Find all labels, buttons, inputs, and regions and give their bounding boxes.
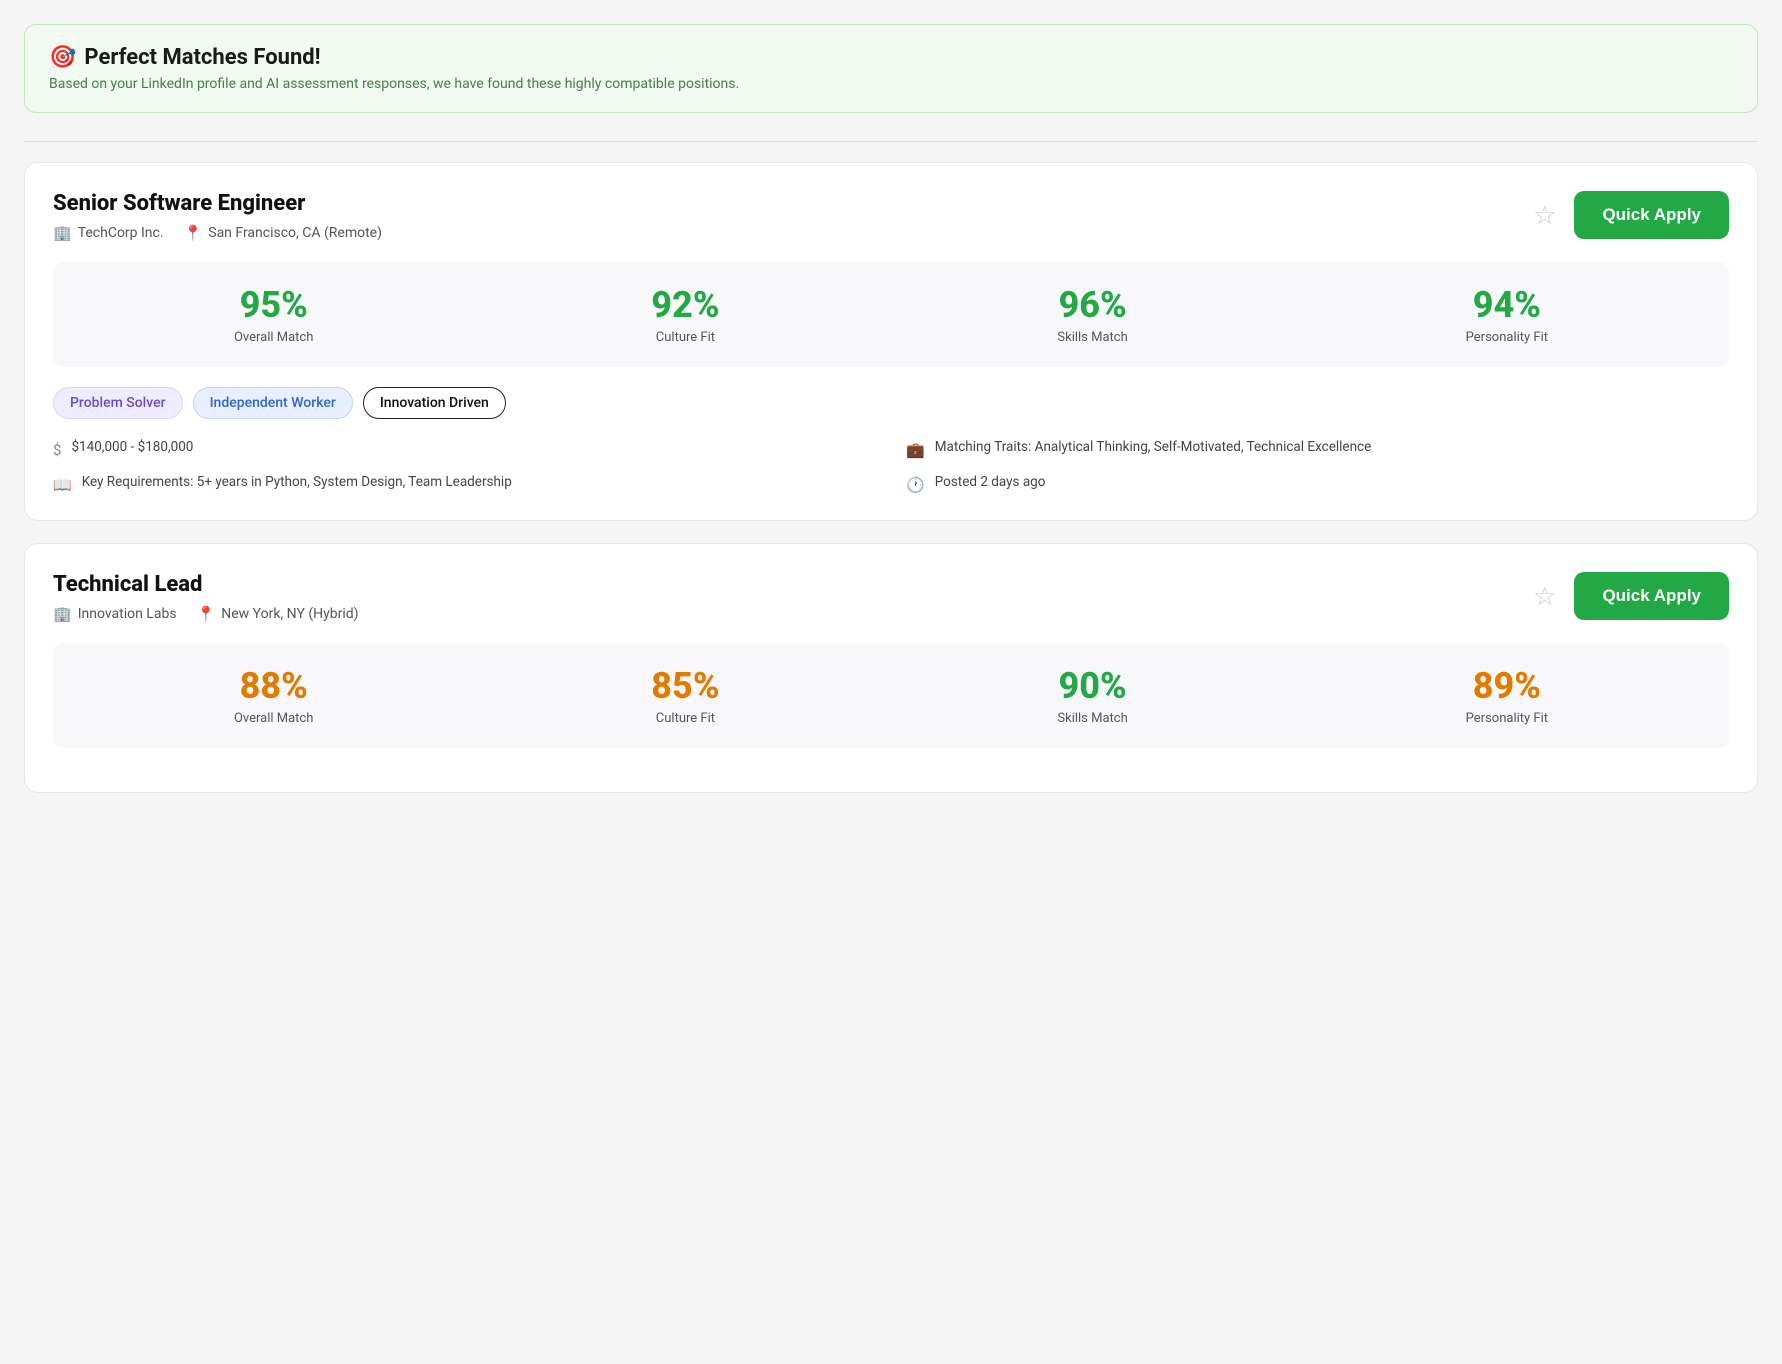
dollar-icon: $ (53, 439, 61, 462)
match-label-1: Overall Match (234, 330, 313, 345)
job-card-header: Technical Lead 🏢 Innovation Labs 📍 New Y… (53, 572, 1729, 623)
job-card-actions: ☆ Quick Apply (1529, 191, 1729, 239)
match-percent-3: 90% (1057, 665, 1127, 707)
match-percent-3: 96% (1057, 284, 1127, 326)
match-label-2: Culture Fit (651, 330, 719, 345)
job-card-1: Senior Software Engineer 🏢 TechCorp Inc.… (24, 162, 1758, 521)
match-percent-2: 92% (651, 284, 719, 326)
match-label-4: Personality Fit (1466, 711, 1548, 726)
job-location: New York, NY (Hybrid) (221, 606, 358, 622)
bookmark-button[interactable]: ☆ (1529, 198, 1560, 232)
jobs-container: Senior Software Engineer 🏢 TechCorp Inc.… (24, 162, 1758, 793)
match-stats-row: 95% Overall Match 92% Culture Fit 96% Sk… (53, 262, 1729, 367)
job-title: Technical Lead (53, 572, 359, 597)
match-stat-2: 92% Culture Fit (651, 284, 719, 345)
bookmark-button[interactable]: ☆ (1529, 579, 1560, 613)
traits-detail: 💼 Matching Traits: Analytical Thinking, … (906, 437, 1729, 462)
job-meta: 🏢 TechCorp Inc. 📍 San Francisco, CA (Rem… (53, 224, 382, 242)
briefcase-icon: 💼 (906, 439, 925, 462)
match-percent-1: 95% (234, 284, 313, 326)
company-name: TechCorp Inc. (78, 225, 164, 241)
job-tags: Problem Solver Independent Worker Innovati… (53, 387, 1729, 419)
target-icon: 🎯 (49, 45, 76, 70)
match-percent-1: 88% (234, 665, 313, 707)
perfect-matches-banner: 🎯 Perfect Matches Found! Based on your L… (24, 24, 1758, 113)
match-label-2: Culture Fit (651, 711, 719, 726)
clock-icon: 🕐 (906, 474, 925, 497)
job-card-actions: ☆ Quick Apply (1529, 572, 1729, 620)
job-meta: 🏢 Innovation Labs 📍 New York, NY (Hybrid… (53, 605, 359, 623)
banner-subtitle: Based on your LinkedIn profile and AI as… (49, 76, 1733, 92)
match-percent-4: 94% (1466, 284, 1548, 326)
job-title-section: Senior Software Engineer 🏢 TechCorp Inc.… (53, 191, 382, 242)
company-meta: 🏢 TechCorp Inc. (53, 224, 164, 242)
match-percent-2: 85% (651, 665, 719, 707)
job-details: $ $140,000 - $180,000 📖 Key Requirements… (53, 437, 1729, 496)
company-meta: 🏢 Innovation Labs (53, 605, 177, 623)
company-icon: 🏢 (53, 605, 72, 623)
job-card-2: Technical Lead 🏢 Innovation Labs 📍 New Y… (24, 543, 1758, 793)
salary-detail: $ $140,000 - $180,000 (53, 437, 876, 462)
job-tag: Problem Solver (53, 387, 183, 419)
match-stats-row: 88% Overall Match 85% Culture Fit 90% Sk… (53, 643, 1729, 748)
job-title-section: Technical Lead 🏢 Innovation Labs 📍 New Y… (53, 572, 359, 623)
location-icon: 📍 (184, 224, 203, 242)
company-name: Innovation Labs (78, 606, 177, 622)
posted-detail: 🕐 Posted 2 days ago (906, 472, 1729, 497)
company-icon: 🏢 (53, 224, 72, 242)
location-meta: 📍 New York, NY (Hybrid) (197, 605, 359, 623)
match-label-3: Skills Match (1057, 711, 1127, 726)
match-label-3: Skills Match (1057, 330, 1127, 345)
banner-title: 🎯 Perfect Matches Found! (49, 45, 1733, 70)
match-stat-3: 90% Skills Match (1057, 665, 1127, 726)
job-location: San Francisco, CA (Remote) (208, 225, 382, 241)
match-label-4: Personality Fit (1466, 330, 1548, 345)
match-stat-4: 89% Personality Fit (1466, 665, 1548, 726)
match-stat-4: 94% Personality Fit (1466, 284, 1548, 345)
job-tag: Independent Worker (193, 387, 353, 419)
section-divider (24, 141, 1758, 142)
quick-apply-button[interactable]: Quick Apply (1574, 191, 1729, 239)
match-stat-3: 96% Skills Match (1057, 284, 1127, 345)
quick-apply-button[interactable]: Quick Apply (1574, 572, 1729, 620)
match-percent-4: 89% (1466, 665, 1548, 707)
job-title: Senior Software Engineer (53, 191, 382, 216)
match-stat-1: 88% Overall Match (234, 665, 313, 726)
location-icon: 📍 (197, 605, 216, 623)
job-tag: Innovation Driven (363, 387, 506, 419)
book-icon: 📖 (53, 474, 72, 497)
match-stat-2: 85% Culture Fit (651, 665, 719, 726)
location-meta: 📍 San Francisco, CA (Remote) (184, 224, 382, 242)
job-card-header: Senior Software Engineer 🏢 TechCorp Inc.… (53, 191, 1729, 242)
match-stat-1: 95% Overall Match (234, 284, 313, 345)
match-label-1: Overall Match (234, 711, 313, 726)
requirements-detail: 📖 Key Requirements: 5+ years in Python, … (53, 472, 876, 497)
